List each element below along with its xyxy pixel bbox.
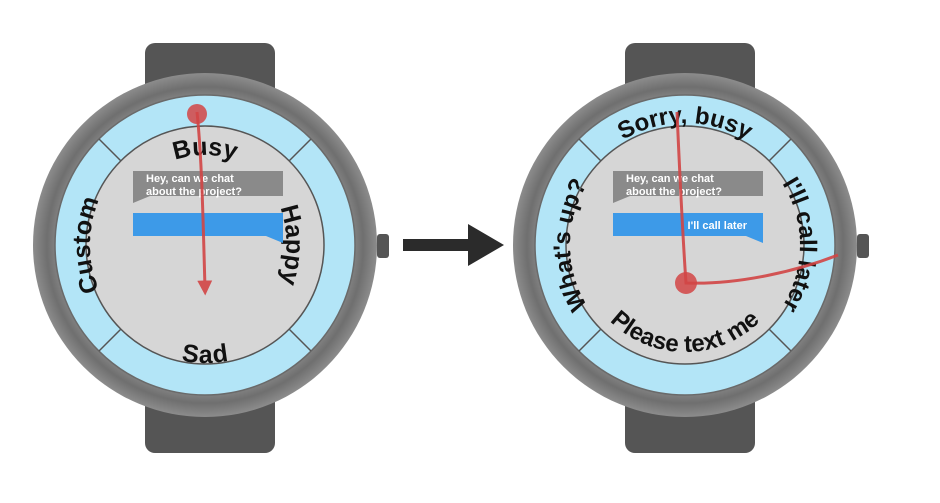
watch-crown xyxy=(377,234,389,258)
incoming-message-line: about the project? xyxy=(146,186,242,198)
reply-text: I'll call later xyxy=(688,220,748,232)
incoming-message-line: about the project? xyxy=(626,186,722,198)
ring-label-bottom[interactable]: Sad xyxy=(180,339,229,369)
watch-after: Sorry, busy Please text me What's up? I'… xyxy=(513,43,869,453)
incoming-message-line: Hey, can we chat xyxy=(146,173,234,185)
incoming-message-line: Hey, can we chat xyxy=(626,173,714,185)
watch-before: Busy Sad Custom Happy Hey, can we chat a… xyxy=(33,43,389,453)
watch-crown xyxy=(857,234,869,258)
scene: Busy Sad Custom Happy Hey, can we chat a… xyxy=(33,43,869,453)
arrow-right-icon xyxy=(403,224,504,266)
ring-label-top[interactable]: Busy xyxy=(170,133,241,166)
